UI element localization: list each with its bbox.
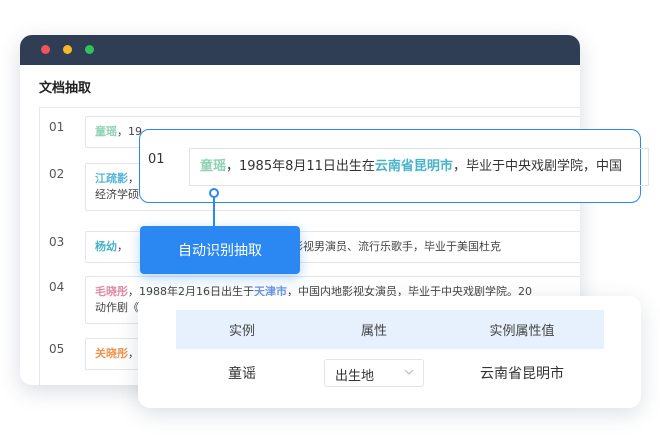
- chevron-down-icon: [404, 369, 414, 375]
- entity-name: 毛晓彤: [95, 285, 128, 298]
- connector-dot: [209, 188, 219, 198]
- column-header-value: 实例属性值: [489, 324, 555, 339]
- table-row: 童谣 出生地 云南省昆明市: [176, 358, 604, 388]
- row-number: 01: [49, 120, 65, 134]
- result-table-card: 实例 属性 实例属性值 童谣 出生地 云南省昆明市: [138, 296, 641, 408]
- close-dot[interactable]: [41, 45, 50, 54]
- entity-name: 杨幼: [95, 240, 117, 253]
- column-header-attribute: 属性: [360, 324, 387, 339]
- result-table-header: 实例 属性 实例属性值: [176, 310, 604, 349]
- value-cell: 云南省昆明市: [480, 366, 564, 382]
- row-number: 01: [148, 152, 165, 167]
- attribute-cell: 出生地: [308, 359, 440, 387]
- sentence-text-box[interactable]: 童瑶，1985年8月11日出生在云南省昆明市，毕业于中央戏剧学院，中国: [189, 148, 649, 186]
- page-title: 文档抽取: [39, 81, 92, 96]
- entity-name: 童瑶: [95, 125, 117, 138]
- auto-extract-button[interactable]: 自动识别抽取: [140, 226, 300, 274]
- row-number: 03: [49, 235, 65, 249]
- entity-place: 云南省昆明市: [374, 159, 453, 174]
- row-number: 02: [49, 167, 65, 181]
- entity-name: 关晓彤: [95, 347, 128, 360]
- attribute-select[interactable]: 出生地: [324, 359, 424, 387]
- entity-name: 童瑶: [200, 159, 227, 174]
- column-header-instance: 实例: [228, 324, 255, 339]
- maximize-dot[interactable]: [85, 45, 94, 54]
- minimize-dot[interactable]: [63, 45, 72, 54]
- instance-cell: 童谣: [228, 366, 256, 382]
- window-titlebar: [20, 35, 580, 65]
- row-number: 04: [49, 280, 65, 294]
- entity-name: 江疏影: [95, 172, 128, 185]
- row-number: 05: [49, 342, 65, 356]
